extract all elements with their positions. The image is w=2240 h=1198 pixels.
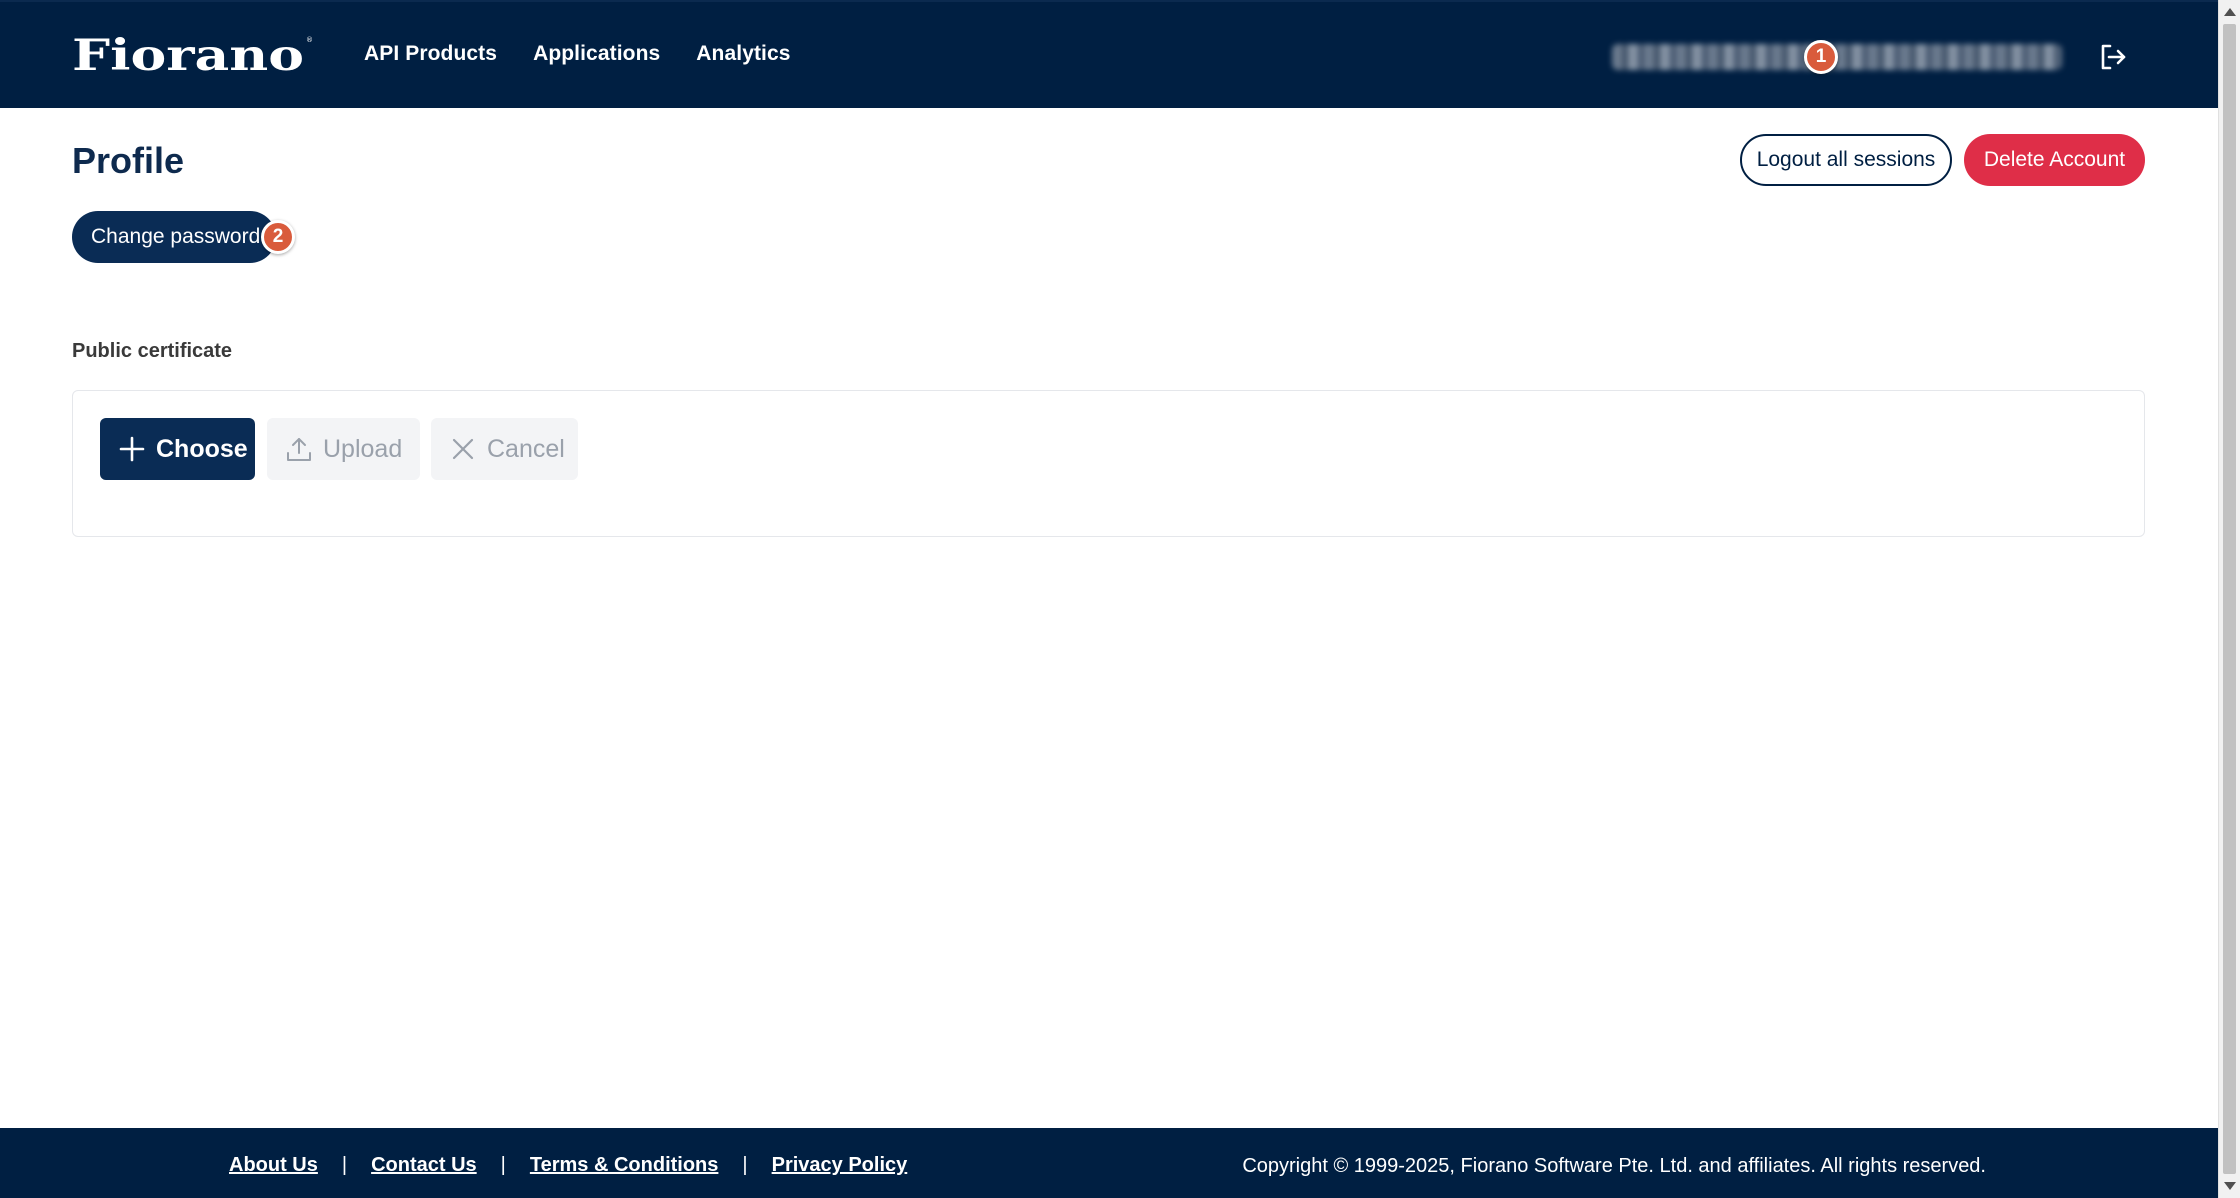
profile-page: Fiorano ® API Products Applications Anal… (0, 0, 2218, 1198)
delete-account-button[interactable]: Delete Account (1964, 134, 2145, 186)
footer-separator: | (341, 1154, 348, 1176)
change-password-button[interactable]: Change password (72, 211, 276, 263)
footer-separator: | (742, 1154, 748, 1176)
page-title: Profile (72, 140, 185, 181)
footer-links: About Us | Contact Us | Terms & Conditio… (229, 1154, 907, 1177)
footer-link-privacy[interactable]: Privacy Policy (772, 1154, 908, 1177)
annotation-badge-1: 1 (1804, 40, 1838, 74)
choose-label: Choose (156, 434, 248, 463)
scroll-down-arrow-icon[interactable] (2224, 1182, 2236, 1190)
cancel-label: Cancel (487, 434, 565, 463)
upload-button[interactable]: Upload (267, 418, 420, 480)
nav-analytics[interactable]: Analytics (696, 42, 790, 66)
footer-separator: | (500, 1154, 506, 1176)
svg-text:®: ® (306, 36, 313, 44)
cancel-upload-button[interactable]: Cancel (431, 418, 578, 480)
nav-api-products[interactable]: API Products (364, 42, 497, 66)
public-certificate-label: Public certificate (72, 340, 233, 362)
nav-applications[interactable]: Applications (533, 42, 660, 66)
top-navbar: Fiorano ® API Products Applications Anal… (0, 0, 2218, 108)
logout-all-sessions-button[interactable]: Logout all sessions (1740, 134, 1952, 186)
vertical-scrollbar[interactable] (2218, 0, 2240, 1198)
certificate-upload-panel: Choose Upload Cancel (72, 390, 2145, 537)
logo-text: Fiorano (72, 32, 304, 80)
footer-link-about-us[interactable]: About Us (229, 1154, 318, 1177)
fiorano-logo[interactable]: Fiorano ® (72, 32, 314, 80)
close-icon (452, 438, 474, 460)
logout-icon[interactable] (2098, 42, 2128, 72)
choose-file-button[interactable]: Choose (100, 418, 255, 480)
copyright-text: Copyright © 1999-2025, Fiorano Software … (1242, 1155, 1986, 1177)
main-nav: API Products Applications Analytics (364, 42, 791, 66)
upload-icon (287, 438, 311, 461)
footer-link-contact-us[interactable]: Contact Us (371, 1154, 477, 1177)
scroll-up-arrow-icon[interactable] (2224, 8, 2236, 16)
scrollbar-thumb[interactable] (2223, 24, 2236, 1174)
plus-icon (119, 436, 145, 462)
upload-label: Upload (323, 434, 403, 463)
footer-link-terms[interactable]: Terms & Conditions (530, 1154, 719, 1177)
footer: About Us | Contact Us | Terms & Conditio… (0, 1128, 2218, 1198)
annotation-badge-2: 2 (261, 220, 295, 254)
